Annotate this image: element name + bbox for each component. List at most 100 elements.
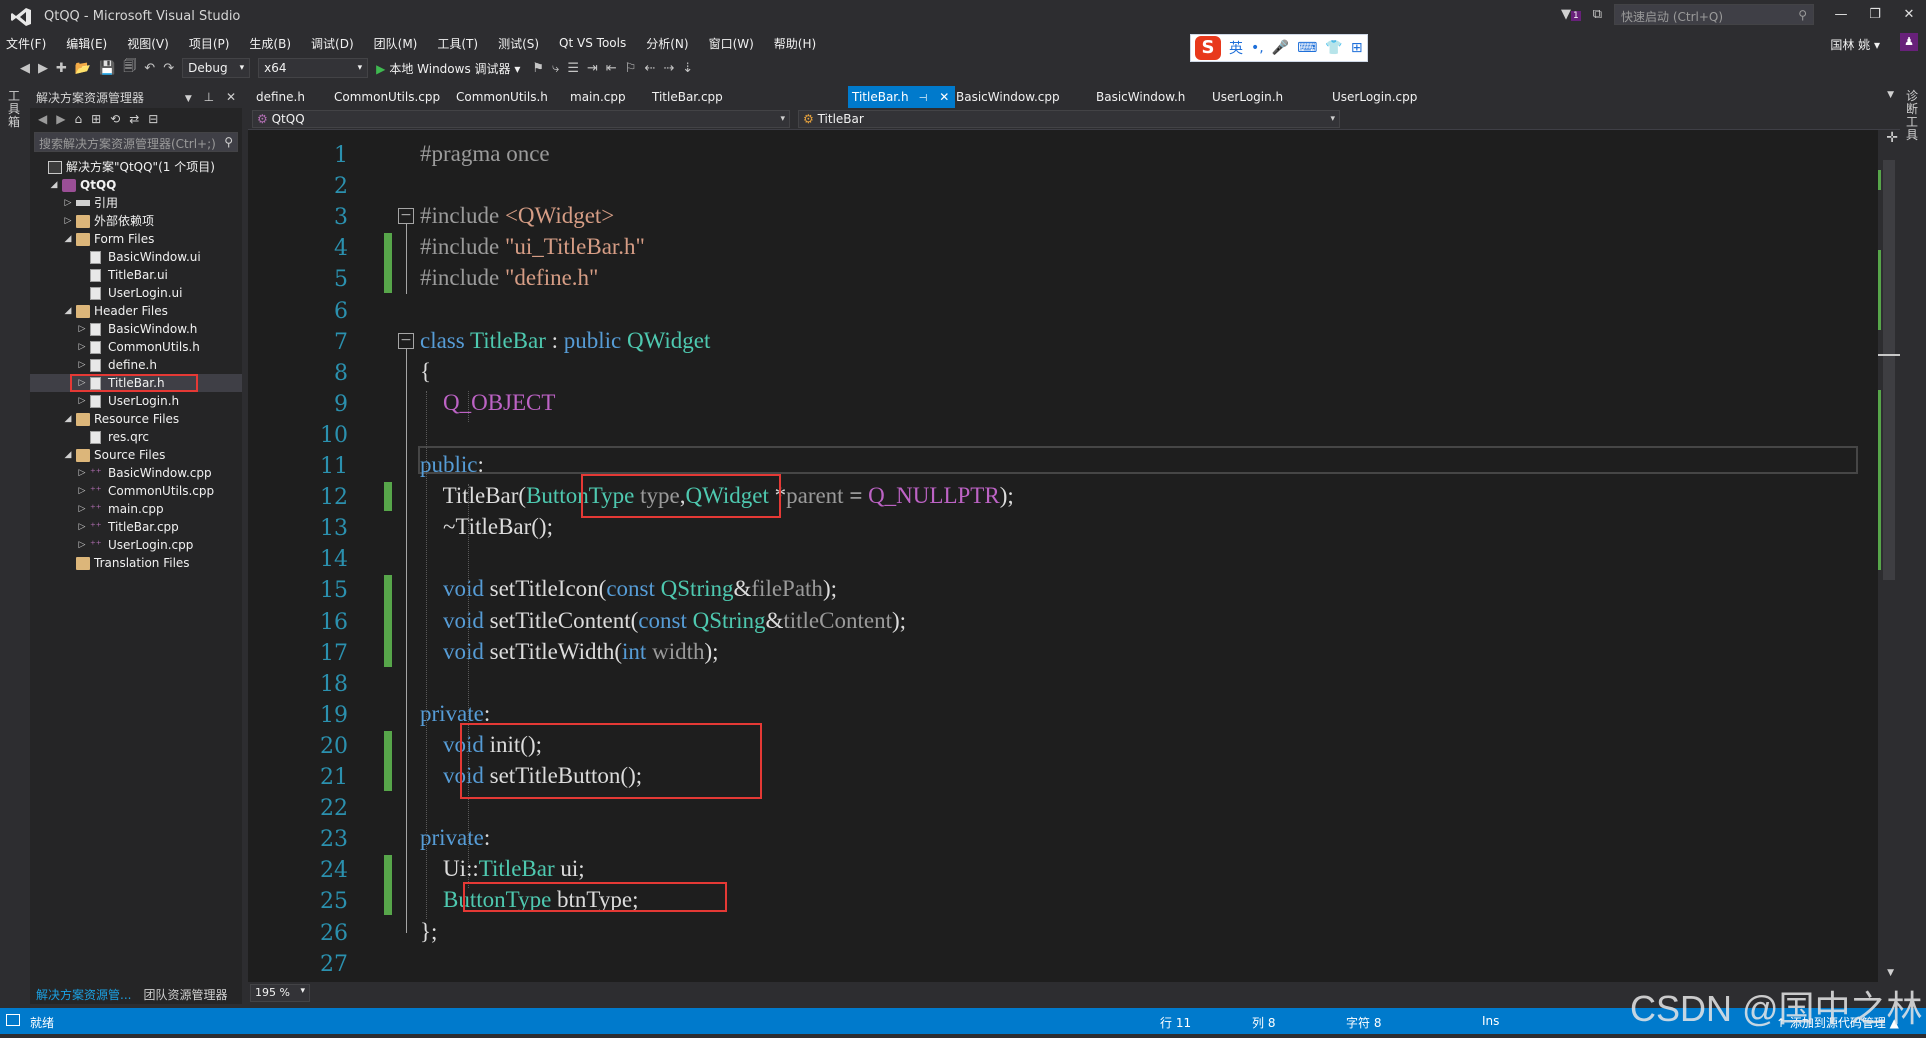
restore-button[interactable]: ❐ [1858, 7, 1892, 22]
zoom-select[interactable]: 195 % ▾ [250, 984, 310, 1002]
explorer-footer-tab[interactable]: 团队资源管理器 [137, 986, 233, 1003]
code-line[interactable]: #include "ui_TitleBar.h" [420, 234, 645, 260]
tree-item[interactable]: ◢ Resource Files [30, 410, 242, 428]
scroll-down-icon[interactable]: ▼ [1887, 968, 1894, 978]
expand-arrow-icon[interactable]: ▷ [76, 320, 88, 338]
menu-item[interactable]: 调试(D) [311, 35, 354, 52]
notification-filter-icon[interactable]: ▼ 1 [1561, 7, 1581, 22]
next-bookmark-icon[interactable]: ⇢ [663, 61, 674, 76]
sync-icon[interactable]: ⇄ [129, 112, 139, 126]
account-name[interactable]: 国林 姚 ▾ [1830, 36, 1880, 53]
home-icon[interactable]: ⌂ [74, 112, 82, 126]
indent-icon[interactable]: ⇥ [587, 61, 598, 76]
collapse-region-icon[interactable]: − [398, 332, 414, 349]
code-line[interactable]: #include "define.h" [420, 265, 598, 291]
collapse-arrow-icon[interactable]: ◢ [62, 230, 74, 248]
tree-item[interactable]: ▷ TitleBar.h [30, 374, 242, 392]
menu-item[interactable]: 测试(S) [498, 35, 539, 52]
tree-item[interactable]: UserLogin.ui [30, 284, 242, 302]
tree-item[interactable]: ▷ ⁺⁺ CommonUtils.cpp [30, 482, 242, 500]
code-line[interactable]: public: [420, 452, 484, 478]
tree-item[interactable]: ◢ Form Files [30, 230, 242, 248]
feedback-icon[interactable]: ⧉ [1593, 7, 1602, 22]
document-tab[interactable]: TitleBar.h ⊣ ✕ [848, 86, 956, 108]
tree-item[interactable]: ▷ 引用 [30, 194, 242, 212]
expand-arrow-icon[interactable]: ▷ [62, 194, 74, 212]
diagnostic-tools-tab[interactable]: 诊断工具 [1906, 90, 1920, 142]
vertical-scrollbar[interactable] [1878, 130, 1900, 982]
tree-item[interactable]: BasicWindow.ui [30, 248, 242, 266]
pending-changes-icon[interactable]: ⟲ [110, 112, 120, 126]
code-line[interactable]: private: [420, 825, 490, 851]
close-window-button[interactable]: ✕ [1892, 7, 1926, 22]
menu-item[interactable]: 文件(F) [6, 35, 46, 52]
code-line[interactable]: { [420, 359, 431, 385]
save-icon[interactable]: 💾 [99, 61, 115, 76]
account-avatar-icon[interactable]: ♟ [1900, 33, 1918, 51]
diagnostic-tools-strip[interactable]: 诊断工具 [1900, 84, 1926, 1004]
menu-item[interactable]: 工具(T) [437, 35, 478, 52]
menu-item[interactable]: 团队(M) [374, 35, 418, 52]
expand-arrow-icon[interactable]: ▷ [76, 482, 88, 500]
new-project-icon[interactable]: ✚ [56, 61, 67, 76]
back-icon[interactable]: ◀ [20, 61, 30, 76]
code-line[interactable]: #pragma once [420, 141, 550, 167]
close-icon[interactable]: ✕ [226, 90, 236, 104]
tree-item[interactable]: ▷ CommonUtils.h [30, 338, 242, 356]
bookmark-icon[interactable]: ⚐ [625, 61, 637, 76]
tree-item[interactable]: TitleBar.ui [30, 266, 242, 284]
code-line[interactable]: }; [420, 919, 437, 945]
punctuation-icon[interactable]: •, [1251, 40, 1264, 56]
switch-views-icon[interactable]: ⊞ [91, 112, 101, 126]
forward-icon[interactable]: ▶ [38, 61, 48, 76]
start-debugging-button[interactable]: ▶ 本地 Windows 调试器 ▾ [376, 60, 520, 77]
collapse-arrow-icon[interactable]: ◢ [62, 446, 74, 464]
code-editor[interactable]: 1 2 3 4 5 6 7 8 9 10 11 12 13 14 15 16 17 18 19 20 21 22 23 24 2… [248, 130, 1878, 982]
quick-launch-input[interactable]: 快速启动 (Ctrl+Q) ⚲ [1614, 3, 1814, 25]
code-line[interactable]: void setTitleIcon(const QString&filePath… [420, 576, 837, 602]
back-icon[interactable]: ◀ [38, 112, 47, 126]
pin-icon[interactable]: ⊥ [204, 90, 214, 104]
collapse-all-icon[interactable]: ⊟ [148, 112, 158, 126]
keyboard-icon[interactable]: ⌨ [1297, 40, 1317, 56]
skin-icon[interactable]: 👕 [1325, 40, 1342, 56]
document-tab[interactable]: define.h [252, 86, 305, 108]
split-editor-icon[interactable]: ✛ [1886, 130, 1898, 146]
expand-arrow-icon[interactable]: ▷ [76, 518, 88, 536]
toolbox-tab[interactable]: 工具箱 [8, 90, 22, 129]
project-scope-select[interactable]: ⚙ QtQQ ▾ [252, 110, 790, 128]
menu-item[interactable]: 帮助(H) [774, 35, 816, 52]
configuration-select[interactable]: Debug ▾ [182, 58, 251, 78]
document-tab[interactable]: TitleBar.cpp [648, 86, 723, 108]
toolbox-strip[interactable]: 工具箱 [0, 84, 28, 1004]
document-tab[interactable]: CommonUtils.cpp [330, 86, 440, 108]
tree-item[interactable]: ◢ Source Files [30, 446, 242, 464]
expand-arrow-icon[interactable]: ▷ [76, 392, 88, 410]
menu-item[interactable]: 分析(N) [646, 35, 688, 52]
tree-item[interactable]: ▷ ⁺⁺ BasicWindow.cpp [30, 464, 242, 482]
tree-item[interactable]: ▷ UserLogin.h [30, 392, 242, 410]
tree-item[interactable]: ▷ 外部依赖项 [30, 212, 242, 230]
menu-item[interactable]: 窗口(W) [709, 35, 754, 52]
expand-arrow-icon[interactable]: ▷ [76, 356, 88, 374]
attach-process-icon[interactable]: ⚑ [532, 61, 544, 76]
undo-icon[interactable]: ↶ [144, 61, 155, 76]
platform-select[interactable]: x64 ▾ [258, 58, 369, 78]
collapse-arrow-icon[interactable]: ◢ [62, 410, 74, 428]
collapse-region-icon[interactable]: − [398, 208, 414, 225]
document-tab[interactable]: main.cpp [566, 86, 626, 108]
tree-item[interactable]: ▷ define.h [30, 356, 242, 374]
document-tab[interactable]: UserLogin.h [1208, 86, 1283, 108]
code-line[interactable]: Ui::TitleBar ui; [420, 856, 585, 882]
clear-bookmarks-icon[interactable]: ⇣ [682, 61, 693, 76]
code-line[interactable]: void setTitleWidth(int width); [420, 639, 719, 665]
microphone-icon[interactable]: 🎤 [1272, 40, 1289, 56]
close-tab-icon[interactable]: ✕ [939, 90, 949, 104]
expand-arrow-icon[interactable]: ▷ [76, 338, 88, 356]
scrollbar-thumb[interactable] [1883, 160, 1895, 580]
explorer-footer-tab[interactable]: 解决方案资源管... [30, 986, 137, 1003]
code-line[interactable]: Q_OBJECT [420, 390, 555, 416]
menu-item[interactable]: Qt VS Tools [559, 36, 626, 50]
outdent-icon[interactable]: ⇤ [606, 61, 617, 76]
code-line[interactable]: class TitleBar : public QWidget [420, 328, 710, 354]
